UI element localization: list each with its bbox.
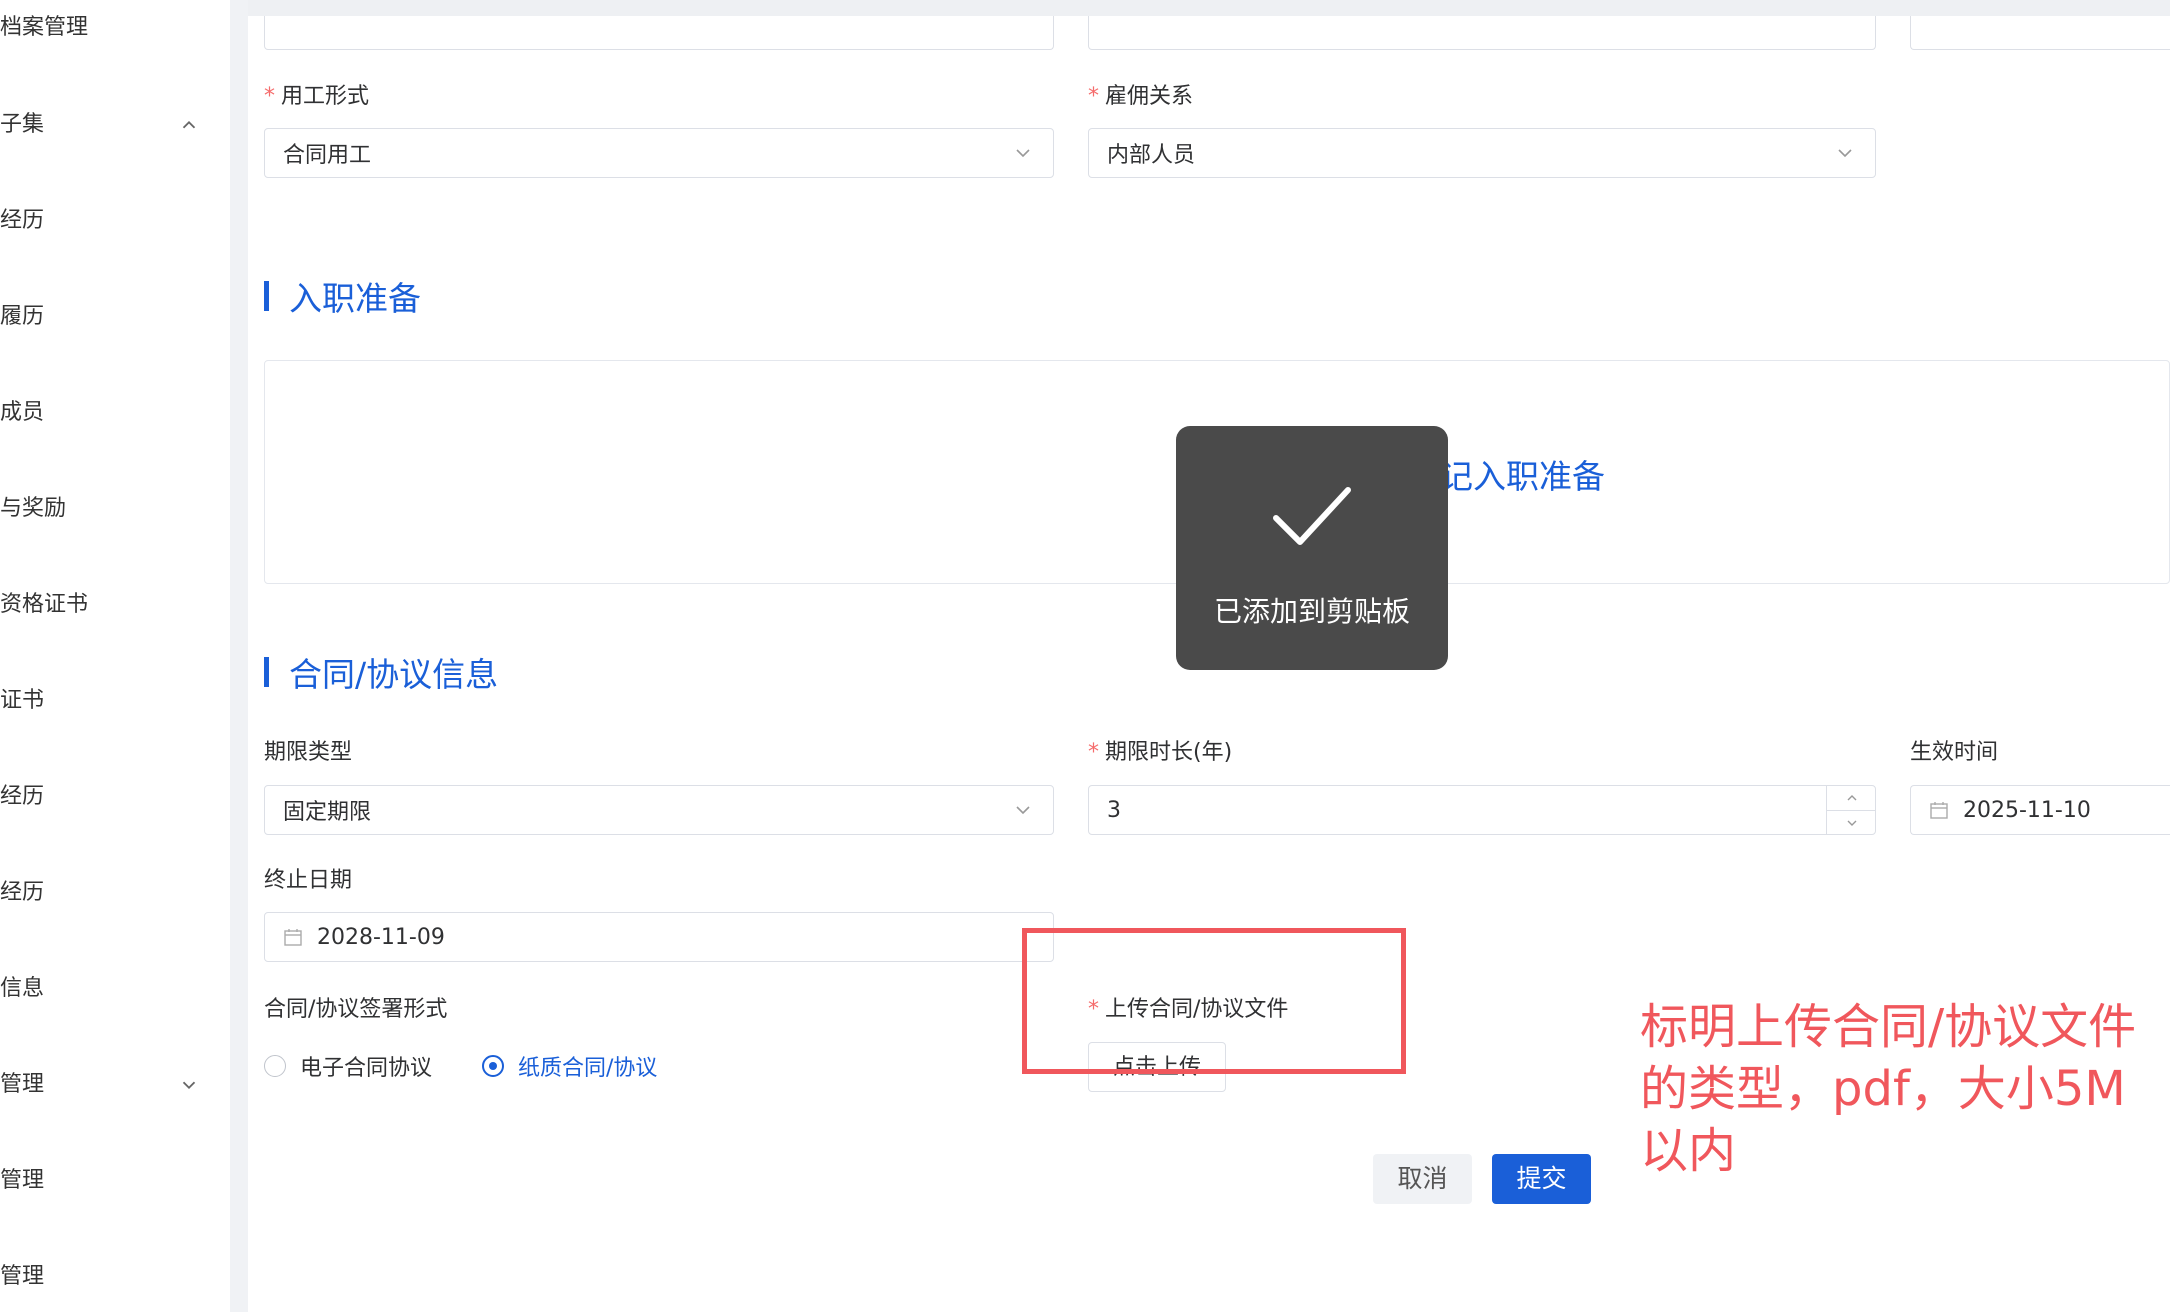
sidebar-item-archive-management[interactable]: 档案管理 [0, 8, 88, 48]
sidebar-item-label: 信息 [0, 976, 45, 1001]
contract-section-title: 合同/协议信息 [264, 650, 498, 694]
sidebar-item-label: 档案管理 [0, 15, 89, 40]
chevron-up-icon[interactable] [178, 114, 200, 136]
effective-date-label: 生效时间 [1910, 740, 1999, 765]
cancel-button[interactable]: 取消 [1373, 1154, 1472, 1204]
sidebar-item-label: 证书 [0, 688, 45, 713]
radio-circle-selected[interactable] [482, 1055, 504, 1077]
check-icon [1268, 476, 1356, 556]
onboarding-prep-section-title: 入职准备 [264, 274, 421, 318]
sidebar-item-label: 管理 [0, 1072, 45, 1097]
calendar-icon [283, 927, 303, 947]
sidebar-item-certificate[interactable]: 证书 [0, 681, 44, 721]
sidebar-item-label: 管理 [0, 1168, 45, 1193]
sidebar-item-label: 经历 [0, 208, 45, 233]
radio-electronic-contract[interactable]: 电子合同协议 [264, 1050, 432, 1082]
sidebar-item-members[interactable]: 成员 [0, 393, 44, 433]
term-years-input[interactable]: 3 [1088, 785, 1876, 835]
sidebar-item-label: 履历 [0, 304, 45, 329]
sidebar-item-label: 经历 [0, 880, 45, 905]
employment-form-label: * 用工形式 [264, 84, 370, 109]
sidebar: 档案管理 子集 经历 履历 成员 与奖励 资格证书 证书 经历 经历 信息 管理… [0, 0, 230, 1312]
sidebar-item-experience-1[interactable]: 经历 [0, 201, 44, 241]
toast-message: 已添加到剪贴板 [1213, 595, 1410, 628]
sidebar-item-label: 管理 [0, 1264, 45, 1289]
sidebar-item-label: 经历 [0, 784, 45, 809]
term-type-select[interactable]: 固定期限 [264, 785, 1054, 835]
radio-circle[interactable] [264, 1055, 286, 1077]
clipboard-toast: 已添加到剪贴板 [1176, 426, 1448, 670]
end-date-label: 终止日期 [264, 868, 353, 893]
submit-button[interactable]: 提交 [1492, 1154, 1591, 1204]
top-scroll-band-overlay [248, 0, 2170, 16]
end-date-input[interactable]: 2028-11-09 [264, 912, 1054, 962]
chevron-down-icon [1011, 141, 1035, 165]
employment-form-value: 合同用工 [283, 143, 372, 168]
employment-relation-label: * 雇佣关系 [1088, 84, 1194, 109]
chevron-down-icon [1833, 141, 1857, 165]
radio-label: 纸质合同/协议 [518, 1056, 658, 1081]
chevron-down-icon [1011, 798, 1035, 822]
annotation-highlight-box [1022, 928, 1406, 1074]
sidebar-item-label: 资格证书 [0, 592, 89, 617]
sidebar-item-experience-3[interactable]: 经历 [0, 873, 44, 913]
sidebar-item-label: 子集 [0, 112, 45, 137]
effective-date-value: 2025-11-10 [1963, 797, 2091, 823]
term-years-label: * 期限时长(年) [1088, 740, 1233, 765]
calendar-icon [1929, 800, 1949, 820]
onboarding-prep-link[interactable]: 记入职准备 [1440, 450, 1605, 498]
sidebar-item-experience-2[interactable]: 经历 [0, 777, 44, 817]
sidebar-item-rewards[interactable]: 与奖励 [0, 489, 66, 529]
stepper-down-icon[interactable] [1827, 810, 1876, 834]
term-years-value: 3 [1107, 797, 1121, 823]
sidebar-item-resume[interactable]: 履历 [0, 297, 44, 337]
sidebar-item-management-2[interactable]: 管理 [0, 1161, 44, 1201]
sidebar-item-label: 与奖励 [0, 496, 67, 521]
sidebar-item-info[interactable]: 信息 [0, 969, 44, 1009]
chevron-down-icon[interactable] [178, 1074, 200, 1096]
radio-label: 电子合同协议 [300, 1056, 433, 1081]
sidebar-item-management-1[interactable]: 管理 [0, 1065, 44, 1105]
sign-form-label: 合同/协议签署形式 [264, 997, 448, 1022]
employment-form-select[interactable]: 合同用工 [264, 128, 1054, 178]
end-date-value: 2028-11-09 [317, 924, 445, 950]
employment-relation-select[interactable]: 内部人员 [1088, 128, 1876, 178]
sidebar-item-label: 成员 [0, 400, 45, 425]
term-type-label: 期限类型 [264, 740, 353, 765]
employment-relation-value: 内部人员 [1107, 143, 1196, 168]
effective-date-input[interactable]: 2025-11-10 [1910, 785, 2170, 835]
annotation-note: 标明上传合同/协议文件的类型，pdf，大小5M以内 [1640, 999, 2137, 1179]
term-type-value: 固定期限 [283, 800, 372, 825]
sidebar-gutter [230, 0, 248, 1312]
stepper-up-icon[interactable] [1827, 786, 1876, 810]
sidebar-item-management-3[interactable]: 管理 [0, 1257, 44, 1297]
sidebar-item-qualification[interactable]: 资格证书 [0, 585, 88, 625]
term-years-stepper[interactable] [1826, 786, 1876, 834]
radio-paper-contract[interactable]: 纸质合同/协议 [482, 1050, 657, 1082]
sidebar-item-subset[interactable]: 子集 [0, 105, 44, 145]
